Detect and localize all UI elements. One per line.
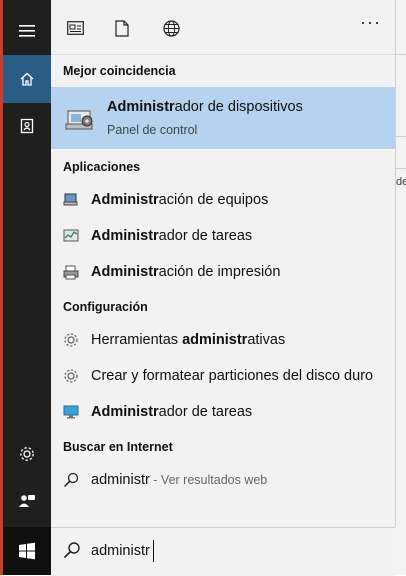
notebook-button[interactable] — [3, 102, 51, 150]
list-item[interactable]: Administración de impresión — [51, 255, 395, 289]
best-match-title: Administrador de dispositivos — [107, 99, 303, 115]
list-item-label: Herramientas administrativas — [91, 332, 286, 348]
web-result-label: administr - Ver resultados web — [91, 472, 268, 488]
home-icon — [20, 72, 34, 86]
windows-logo-icon — [19, 542, 35, 560]
filter-bar: ··· — [51, 0, 395, 55]
more-options-button[interactable]: ··· — [360, 12, 381, 33]
start-button[interactable] — [3, 527, 51, 575]
background-text: de — [396, 176, 406, 188]
text-cursor — [153, 540, 154, 562]
web-search-header: Buscar en Internet — [63, 440, 173, 454]
list-item[interactable]: Administrador de tareas — [51, 219, 395, 253]
list-item-label: Administrador de tareas — [91, 228, 253, 244]
search-input[interactable] — [91, 539, 371, 563]
web-result[interactable]: administr - Ver resultados web — [51, 463, 395, 497]
disk-partition-gear-icon — [64, 369, 78, 383]
settings-button[interactable] — [3, 430, 51, 478]
search-icon — [63, 542, 80, 559]
best-match-result[interactable]: Administrador de dispositivos Panel de c… — [51, 87, 395, 149]
hamburger-icon — [19, 25, 35, 37]
best-match-subtitle: Panel de control — [107, 123, 198, 137]
list-item[interactable]: Herramientas administrativas — [51, 323, 395, 357]
monitor-icon — [63, 405, 79, 419]
apps-filter-button[interactable] — [64, 17, 86, 39]
start-rail — [3, 0, 51, 527]
background-divider — [396, 136, 406, 137]
web-filter-button[interactable] — [160, 17, 182, 39]
background-divider — [396, 54, 406, 55]
settings-header: Configuración — [63, 300, 148, 314]
print-management-icon — [63, 265, 79, 280]
feedback-button[interactable] — [3, 477, 51, 525]
apps-header: Aplicaciones — [63, 160, 141, 174]
desktop-background — [395, 0, 406, 575]
search-bar — [51, 527, 395, 576]
task-manager-icon — [63, 229, 79, 242]
home-button[interactable] — [3, 55, 51, 103]
gear-icon — [20, 447, 34, 461]
list-item[interactable]: Crear y formatear particiones del disco … — [51, 359, 395, 393]
list-item-label: Administración de equipos — [91, 192, 269, 208]
best-match-header: Mejor coincidencia — [63, 64, 176, 78]
globe-icon — [162, 19, 180, 37]
background-divider — [396, 168, 406, 169]
list-item[interactable]: Administrador de tareas — [51, 395, 395, 429]
search-results-panel: ··· Mejor coincidencia Administrador de … — [51, 0, 396, 527]
list-item-label: Administrador de tareas — [91, 404, 253, 420]
admin-tools-gear-icon — [64, 333, 78, 347]
apps-icon — [66, 21, 84, 35]
notebook-icon — [20, 118, 34, 134]
feedback-icon — [19, 495, 35, 507]
computer-management-icon — [63, 193, 78, 206]
list-item-label: Crear y formatear particiones del disco … — [91, 368, 374, 384]
search-icon — [63, 472, 79, 488]
document-icon — [115, 19, 129, 37]
list-item[interactable]: Administración de equipos — [51, 183, 395, 217]
device-manager-icon — [65, 110, 93, 130]
list-item-label: Administración de impresión — [91, 264, 281, 280]
documents-filter-button[interactable] — [111, 17, 133, 39]
menu-button[interactable] — [3, 7, 51, 55]
